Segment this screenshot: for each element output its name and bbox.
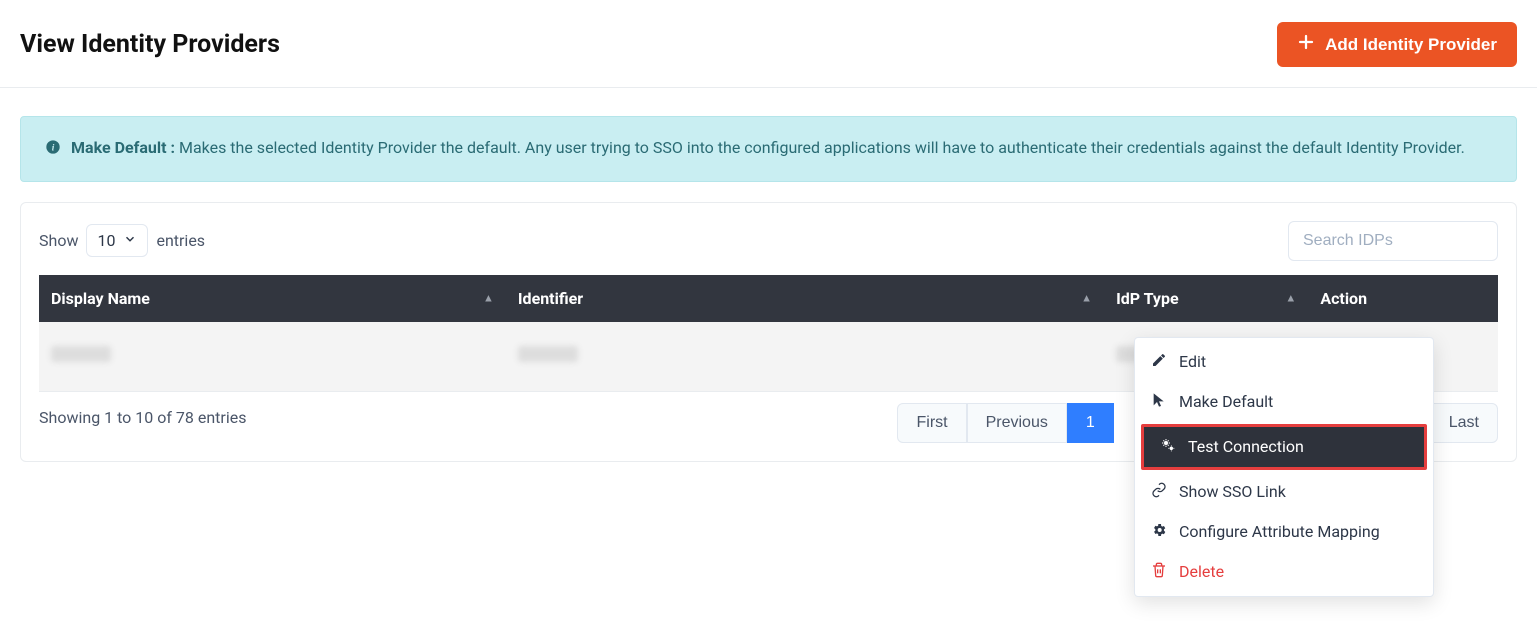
cell-identifier	[506, 322, 1104, 392]
dropdown-delete[interactable]: Delete	[1135, 552, 1433, 592]
sort-icon: ▲	[1285, 292, 1296, 305]
dropdown-make-default[interactable]: Make Default	[1135, 382, 1433, 422]
dropdown-make-default-label: Make Default	[1179, 392, 1273, 411]
add-identity-provider-button[interactable]: Add Identity Provider	[1277, 22, 1517, 67]
table-card: Show 10 entries Display Name ▲	[20, 202, 1517, 462]
table-header-row: Display Name ▲ Identifier ▲ IdP Type ▲ A…	[39, 275, 1498, 322]
page-1-button[interactable]: 1	[1067, 403, 1114, 443]
banner-body: Makes the selected Identity Provider the…	[175, 138, 1465, 157]
cursor-icon	[1151, 392, 1167, 412]
page-previous-button[interactable]: Previous	[967, 403, 1067, 443]
sort-icon: ▲	[483, 292, 494, 305]
dropdown-configure-attr[interactable]: Configure Attribute Mapping	[1135, 512, 1433, 552]
edit-icon	[1151, 352, 1167, 372]
page-first-button[interactable]: First	[897, 403, 966, 443]
search-input[interactable]	[1288, 221, 1498, 261]
col-identifier[interactable]: Identifier ▲	[506, 275, 1104, 322]
dropdown-test-connection-label: Test Connection	[1188, 437, 1304, 456]
add-button-label: Add Identity Provider	[1325, 35, 1497, 55]
table-controls: Show 10 entries	[39, 221, 1498, 261]
entries-value: 10	[97, 231, 115, 250]
show-suffix: entries	[156, 231, 205, 250]
chevron-down-icon	[123, 231, 137, 250]
col-display-name[interactable]: Display Name ▲	[39, 275, 506, 322]
svg-text:i: i	[52, 143, 55, 153]
info-icon: i	[45, 137, 61, 163]
page-title: View Identity Providers	[20, 30, 280, 59]
gear-icon	[1151, 522, 1167, 542]
dropdown-test-connection[interactable]: Test Connection	[1141, 424, 1427, 470]
plus-icon	[1297, 33, 1315, 56]
col-action: Action	[1308, 275, 1498, 322]
cell-display-name	[39, 322, 506, 392]
dropdown-configure-attr-label: Configure Attribute Mapping	[1179, 522, 1380, 541]
gears-icon	[1160, 437, 1176, 457]
entries-selector: Show 10 entries	[39, 224, 205, 257]
dropdown-edit[interactable]: Edit	[1135, 342, 1433, 382]
redacted-value	[51, 346, 111, 362]
entries-dropdown[interactable]: 10	[86, 224, 148, 257]
banner-bold: Make Default :	[71, 138, 175, 157]
dropdown-edit-label: Edit	[1179, 352, 1206, 371]
content-area: i Make Default : Makes the selected Iden…	[0, 88, 1537, 482]
dropdown-show-sso-link[interactable]: Show SSO Link	[1135, 472, 1433, 512]
page-header: View Identity Providers Add Identity Pro…	[0, 0, 1537, 88]
sort-icon: ▲	[1081, 292, 1092, 305]
show-prefix: Show	[39, 231, 78, 250]
page-last-button[interactable]: Last	[1430, 403, 1498, 443]
trash-icon	[1151, 562, 1167, 582]
col-idp-type[interactable]: IdP Type ▲	[1104, 275, 1308, 322]
dropdown-delete-label: Delete	[1179, 562, 1224, 581]
link-icon	[1151, 482, 1167, 502]
action-dropdown: Edit Make Default Test Connection Show S…	[1134, 337, 1434, 597]
dropdown-show-sso-link-label: Show SSO Link	[1179, 482, 1286, 501]
info-banner: i Make Default : Makes the selected Iden…	[20, 116, 1517, 182]
redacted-value	[518, 346, 578, 362]
banner-text: Make Default : Makes the selected Identi…	[71, 135, 1465, 163]
